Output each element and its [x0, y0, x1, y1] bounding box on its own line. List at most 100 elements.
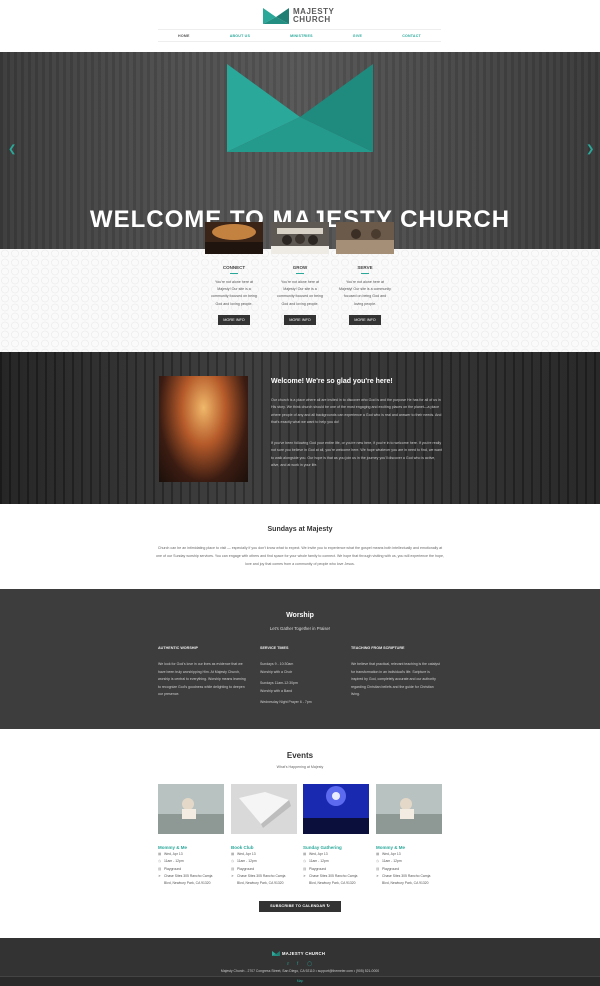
worship-subtitle: Let's Gather Together in Praise!: [269, 626, 331, 631]
events-title: Events: [286, 751, 314, 760]
service-time-line: Worship with a Band: [260, 688, 293, 693]
event-title[interactable]: Sunday Gathering: [303, 845, 369, 850]
teaching-text: We believe that practical, relevant teac…: [351, 662, 440, 697]
event-title[interactable]: Mommy & Me: [376, 845, 442, 850]
footer-logo-text: MAJESTY CHURCH: [282, 951, 326, 956]
serve-more-info-button[interactable]: MORE INFO: [349, 314, 381, 325]
nav-give[interactable]: GIVE: [353, 34, 362, 38]
event-title[interactable]: Mommy & Me: [158, 845, 224, 850]
card-serve: SERVE You're not alone here at Majesty! …: [336, 222, 394, 326]
nav-contact[interactable]: CONTACT: [402, 34, 421, 38]
logo-mark-icon: [263, 8, 289, 24]
event-address: Chase Sites 305 Rancho Carnja Blvd, Newbu…: [382, 873, 430, 886]
event-time-row: ◷ 11am - 12pm: [376, 858, 442, 864]
authentic-worship-text: We look for God's love in our lives as e…: [158, 662, 246, 697]
address-line: Blvd, Newbury Park, CA 91320: [382, 880, 429, 885]
card-divider: [296, 273, 304, 274]
event-date-row: ▦ Wed, Apr 13: [158, 851, 224, 857]
event-card: Mommy & Me ▦ Wed, Apr 13 ◷ 11am - 12pm ▧ Pl…: [376, 784, 442, 886]
event-title[interactable]: Book Club: [231, 845, 297, 850]
grow-more-info-button[interactable]: MORE INFO: [284, 314, 316, 325]
event-location: Playground: [309, 866, 327, 871]
twitter-icon[interactable]: 𝕣: [287, 961, 289, 967]
chevron-left-icon[interactable]: ❮: [8, 144, 16, 155]
welcome-paragraph-2: If you've been following God your entire…: [271, 441, 443, 468]
event-location-row: ▧ Playground: [158, 866, 224, 872]
nav-home[interactable]: HOME: [178, 34, 190, 38]
connect-more-info-button[interactable]: MORE INFO: [218, 314, 250, 325]
card-connect-text: You're not alone here at Majesty! Our si…: [205, 279, 263, 308]
event-location-row: ▧ Playground: [376, 866, 442, 872]
address-line: Blvd, Newbury Park, CA 91320: [237, 880, 284, 885]
footer-map-link[interactable]: Map: [0, 979, 600, 983]
event-image[interactable]: [303, 784, 369, 834]
instagram-icon[interactable]: ◯: [307, 961, 312, 967]
card-text-line: Majesty! Our site is a: [283, 287, 317, 292]
card-text-line: community focused on being: [277, 294, 323, 299]
service-time-line: Wednesday Night Prayer 6 - 7pm: [260, 700, 312, 705]
card-text-line: Majesty! Our site is a: [217, 287, 251, 292]
card-text-line: Majesty! Our site is a community: [339, 287, 391, 292]
card-text-line: loving people.: [353, 301, 377, 306]
event-image[interactable]: [376, 784, 442, 834]
subscribe-label: SUBSCRIBE TO CALENDAR: [270, 904, 326, 908]
card-divider: [361, 273, 369, 274]
event-location-row: ▧ Playground: [231, 866, 297, 872]
address-line: Chase Sites 305 Rancho Carnja: [237, 874, 286, 879]
chevron-right-icon[interactable]: ❯: [586, 144, 594, 155]
service-times-heading: SERVICE TIMES: [260, 646, 289, 650]
facebook-icon[interactable]: f: [297, 961, 298, 966]
main-nav: HOME ABOUT US MINISTRIES GIVE CONTACT: [158, 29, 441, 42]
event-address-row: ➤ Chase Sites 305 Rancho Carnja Blvd, Newb…: [231, 873, 297, 886]
welcome-title: Welcome! We're so glad you're here!: [271, 378, 393, 385]
rss-icon: ↻: [326, 904, 330, 908]
event-address-row: ➤ Chase Sites 305 Rancho Carnja Blvd, Newb…: [158, 873, 224, 886]
welcome-texture: [0, 352, 600, 504]
event-time: 11am - 12pm: [309, 859, 329, 864]
hero-slider: ❮ ❯ WELCOME TO MAJESTY CHURCH: [0, 52, 600, 249]
service-time-line: Sundays 9 - 10:30am: [260, 662, 294, 666]
authentic-worship-heading: AUTHENTIC WORSHIP: [158, 646, 198, 650]
address-line: Chase Sites 305 Rancho Carnja: [164, 874, 213, 879]
card-connect-image[interactable]: [205, 222, 263, 254]
worship-col-teaching: TEACHING FROM SCRIPTURE We believe that …: [351, 646, 441, 699]
welcome-paragraph-1: Our church is a place where all are invi…: [271, 398, 442, 425]
nav-about-us[interactable]: ABOUT US: [230, 34, 250, 38]
subscribe-calendar-button[interactable]: SUBSCRIBE TO CALENDAR ↻: [259, 901, 341, 912]
event-time: 11am - 12pm: [382, 859, 402, 864]
card-grow-image[interactable]: [271, 222, 329, 254]
address-line: Chase Sites 305 Rancho Carnja: [309, 874, 358, 879]
event-location-row: ▧ Playground: [303, 866, 369, 872]
event-location: Playground: [164, 866, 182, 871]
site-header: MAJESTY CHURCH HOME ABOUT US MINISTRIES …: [0, 0, 600, 52]
teaching-heading: TEACHING FROM SCRIPTURE: [351, 646, 405, 650]
event-time-row: ◷ 11am - 12pm: [231, 858, 297, 864]
event-date-row: ▦ Wed, Apr 13: [303, 851, 369, 857]
event-date: Wed, Apr 13: [309, 852, 328, 856]
event-location: Playground: [382, 866, 400, 871]
event-time-row: ◷ 11am - 12pm: [303, 858, 369, 864]
card-text-line: community focused on being: [211, 294, 257, 299]
event-image[interactable]: [231, 784, 297, 834]
event-time: 11am - 12pm: [164, 859, 184, 864]
card-serve-image[interactable]: [336, 222, 394, 254]
sundays-text: Church can be an intimidating place to v…: [155, 546, 444, 566]
card-text-line: God and loving people.: [281, 301, 319, 306]
event-image[interactable]: [158, 784, 224, 834]
card-grow: GROW You're not alone here at Majesty! O…: [271, 222, 329, 326]
footer-logo-mark-icon: [272, 951, 280, 956]
nav-ministries[interactable]: MINISTRIES: [290, 34, 313, 38]
worship-col-service-times: SERVICE TIMES Sundays 9 - 10:30am Worshi…: [260, 646, 350, 707]
sundays-title: Sundays at Majesty: [267, 526, 333, 533]
event-address-row: ➤ Chase Sites 305 Rancho Carnja Blvd, Newb…: [303, 873, 369, 886]
logo-line-2: CHURCH: [293, 15, 331, 24]
event-date: Wed, Apr 13: [382, 852, 401, 856]
event-date: Wed, Apr 13: [164, 852, 183, 856]
address-line: Blvd, Newbury Park, CA 91320: [164, 880, 211, 885]
footer-logo[interactable]: MAJESTY CHURCH: [272, 951, 325, 956]
card-text-line: focused on being God and: [343, 294, 387, 299]
footer-contact-info: Majesty Church - 2707 Congress Street, S…: [220, 969, 380, 973]
event-address: Chase Sites 305 Rancho Carnja Blvd, Newbu…: [164, 873, 212, 886]
welcome-section: Welcome! We're so glad you're here! Our …: [0, 352, 600, 504]
site-logo[interactable]: MAJESTY CHURCH: [263, 7, 337, 25]
